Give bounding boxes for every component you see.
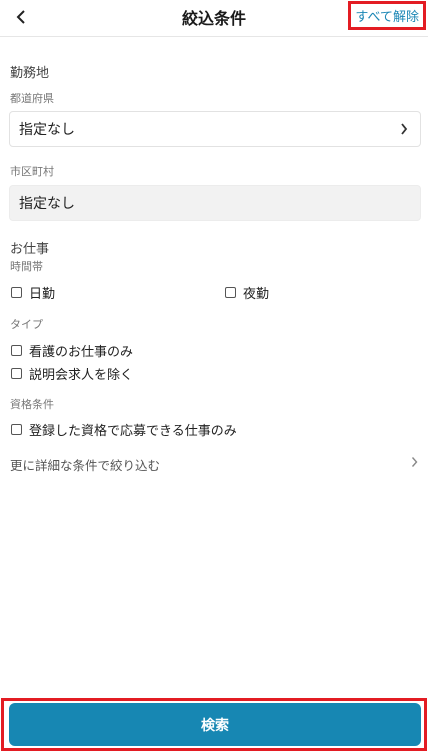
qualification-option-registered[interactable]: 登録した資格で応募できる仕事のみ xyxy=(11,420,237,439)
qualification-option-registered-label: 登録した資格で応募できる仕事のみ xyxy=(29,424,237,439)
type-option-exclude-briefing[interactable]: 説明会求人を除く xyxy=(11,364,133,383)
time-option-day[interactable]: 日勤 xyxy=(11,283,55,302)
type-label: タイプ xyxy=(10,318,43,331)
city-select: 指定なし xyxy=(9,185,421,221)
time-option-night-label: 夜勤 xyxy=(243,287,270,302)
checkbox-icon xyxy=(11,424,22,435)
type-option-exclude-briefing-label: 説明会求人を除く xyxy=(29,368,134,383)
prefecture-label: 都道府県 xyxy=(10,92,54,105)
job-section-title: お仕事 xyxy=(10,242,50,257)
checkbox-icon xyxy=(11,368,22,379)
city-label: 市区町村 xyxy=(10,165,54,178)
city-value: 指定なし xyxy=(19,196,75,212)
type-option-nursing-only-label: 看護のお仕事のみ xyxy=(29,345,134,360)
location-section-title: 勤務地 xyxy=(10,66,50,81)
more-filters-link[interactable]: 更に詳細な条件で絞り込む xyxy=(10,455,420,473)
checkbox-icon xyxy=(11,287,22,298)
checkbox-icon xyxy=(225,287,236,298)
chevron-right-icon xyxy=(411,457,418,467)
chevron-right-icon xyxy=(401,123,408,135)
clear-all-button[interactable]: すべて解除 xyxy=(348,1,426,30)
more-filters-label: 更に詳細な条件で絞り込む xyxy=(10,458,161,473)
search-button[interactable]: 検索 xyxy=(9,703,421,746)
header-bar: 絞込条件 すべて解除 xyxy=(0,0,428,37)
time-label: 時間帯 xyxy=(10,260,43,273)
checkbox-icon xyxy=(11,345,22,356)
prefecture-select[interactable]: 指定なし xyxy=(9,111,421,147)
type-option-nursing-only[interactable]: 看護のお仕事のみ xyxy=(11,341,133,360)
time-option-day-label: 日勤 xyxy=(29,287,56,302)
prefecture-value: 指定なし xyxy=(19,122,75,138)
qualification-label: 資格条件 xyxy=(10,398,54,411)
time-option-night[interactable]: 夜勤 xyxy=(225,283,269,302)
